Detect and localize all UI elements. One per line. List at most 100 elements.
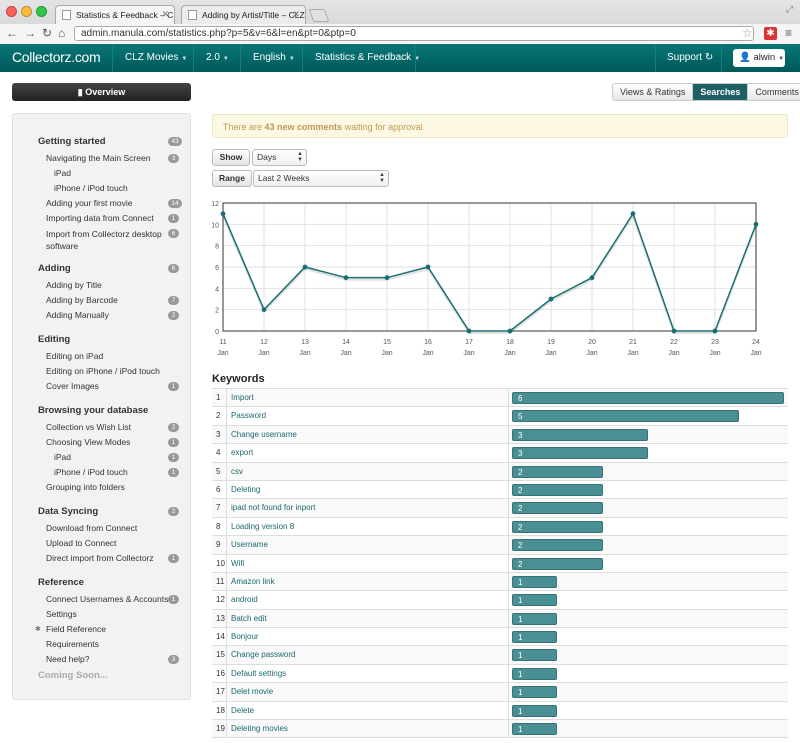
user-menu-button[interactable]: 👤 alwin ▼ <box>733 49 785 67</box>
nav-support-link[interactable]: Support ↻ <box>667 52 713 63</box>
keyword-link[interactable]: Change username <box>231 430 297 439</box>
tab-searches[interactable]: Searches <box>693 84 749 100</box>
keyword-link[interactable]: Import <box>231 393 254 402</box>
count-badge: 6 <box>168 229 179 238</box>
keyword-link[interactable]: ipad not found for inport <box>231 503 316 512</box>
sidebar-section-title[interactable]: Reference <box>38 577 84 588</box>
sidebar-item[interactable]: Adding by Barcode <box>46 295 118 305</box>
sidebar-item[interactable]: Adding Manually <box>46 310 109 320</box>
keyword-link[interactable]: Default settings <box>231 669 286 678</box>
sidebar-item[interactable]: Editing on iPad <box>46 351 103 361</box>
keyword-count-bar: 2 <box>512 465 603 478</box>
sidebar-item[interactable]: Choosing View Modes <box>46 437 130 447</box>
keyword-link[interactable]: Batch edit <box>231 614 267 623</box>
keyword-link[interactable]: Delete <box>231 706 254 715</box>
sidebar-section-title[interactable]: Data Syncing <box>38 506 98 517</box>
sidebar-item[interactable]: Download from Connect <box>46 523 137 533</box>
sidebar-item[interactable]: Adding your first movie <box>46 198 132 208</box>
sidebar-item[interactable]: iPad <box>54 168 71 178</box>
keyword-link[interactable]: Deleting movies <box>231 724 288 733</box>
sidebar-item[interactable]: iPad <box>54 452 71 462</box>
keyword-link[interactable]: Bonjour <box>231 632 259 641</box>
new-tab-button[interactable] <box>308 9 330 22</box>
keyword-link[interactable]: Password <box>231 411 266 420</box>
keyword-link[interactable]: Username <box>231 540 268 549</box>
sidebar-item[interactable]: Editing on iPhone / iPod touch <box>46 366 160 376</box>
sidebar-item[interactable]: Navigating the Main Screen <box>46 153 150 163</box>
sidebar-item[interactable]: Cover Images <box>46 381 99 391</box>
chevron-down-icon: ▼ <box>181 56 188 62</box>
sidebar-item[interactable]: Settings <box>46 609 77 619</box>
home-icon[interactable]: ⌂ <box>58 26 65 40</box>
sidebar-item[interactable]: Need help? <box>46 654 89 664</box>
sidebar-item[interactable]: Import from Collectorz desktop software <box>46 228 164 252</box>
keyword-count-bar: 1 <box>512 575 557 588</box>
overview-button[interactable]: ▮ Overview <box>12 83 191 101</box>
browser-tab-adding[interactable]: Adding by Artist/Title – CLZ ✕ <box>181 5 306 24</box>
keyword-link[interactable]: Deleting <box>231 485 260 494</box>
sidebar-item[interactable]: iPhone / iPod touch <box>54 467 128 477</box>
wrench-icon[interactable]: ≡ <box>785 26 792 40</box>
keyword-link[interactable]: export <box>231 448 253 457</box>
close-window-button[interactable] <box>6 6 17 17</box>
range-select[interactable]: Last 2 Weeks ▲ ▼ <box>253 170 389 187</box>
browser-tab-statistics[interactable]: Statistics & Feedback – CLZ ✕ <box>55 5 175 24</box>
table-row: 2 Password 5 <box>212 407 788 426</box>
close-tab-icon[interactable]: ✕ <box>161 9 169 20</box>
address-bar[interactable]: admin.manula.com/statistics.php?p=5&v=6&… <box>74 26 754 41</box>
keyword-link[interactable]: Delet movie <box>231 687 273 696</box>
table-row: 19 Deleting movies 1 <box>212 720 788 739</box>
fullscreen-icon[interactable]: ⤢ <box>786 4 793 15</box>
keyword-link[interactable]: android <box>231 595 258 604</box>
keyword-link[interactable]: Wifi <box>231 559 244 568</box>
sidebar-item[interactable]: Adding by Title <box>46 280 102 290</box>
show-select[interactable]: Days ▲ ▼ <box>252 149 307 166</box>
keyword-rank: 6 <box>216 484 221 494</box>
count-badge: 2 <box>168 507 179 516</box>
back-icon[interactable]: ← <box>6 26 18 40</box>
nav-product-dropdown[interactable]: CLZ Movies ▼ <box>125 52 187 63</box>
keyword-count-bar: 2 <box>512 520 603 533</box>
reload-icon[interactable]: ↻ <box>42 26 52 40</box>
sidebar-item[interactable]: Importing data from Connect <box>46 213 154 223</box>
x-tick-month-label: Jan <box>299 350 310 357</box>
keyword-link[interactable]: Loading version 8 <box>231 522 294 531</box>
sidebar-section-title[interactable]: Editing <box>38 334 70 345</box>
sidebar-section-title[interactable]: Getting started <box>38 136 106 147</box>
sidebar-item[interactable]: Field Reference <box>46 624 106 634</box>
nav-product-label: CLZ Movies <box>125 52 179 63</box>
sidebar-item[interactable]: iPhone / iPod touch <box>54 183 128 193</box>
keyword-count-bar: 2 <box>512 502 603 515</box>
tab-comments[interactable]: Comments <box>748 84 800 100</box>
sidebar-item[interactable]: Direct import from Collectorz <box>46 553 154 563</box>
minimize-window-button[interactable] <box>21 6 32 17</box>
brand-logo[interactable]: Collectorz.com <box>12 49 101 65</box>
extension-icon[interactable]: ✱ <box>764 27 777 40</box>
maximize-window-button[interactable] <box>36 6 47 17</box>
sidebar-item[interactable]: Connect Usernames & Accounts <box>46 594 168 604</box>
alert-text: waiting for approval. <box>342 122 426 132</box>
nav-language-dropdown[interactable]: English ▼ <box>253 52 295 63</box>
sidebar-item[interactable]: Requirements <box>46 639 99 649</box>
x-tick-month-label: Jan <box>627 350 638 357</box>
nav-statistics-dropdown[interactable]: Statistics & Feedback ▼ <box>315 52 420 63</box>
close-tab-icon[interactable]: ✕ <box>292 9 300 20</box>
nav-version-dropdown[interactable]: 2.0 ▼ <box>206 52 229 63</box>
forward-icon[interactable]: → <box>24 26 36 40</box>
keyword-link[interactable]: Change password <box>231 650 295 659</box>
keyword-count-bar: 1 <box>512 631 557 644</box>
keyword-link[interactable]: Amazon link <box>231 577 275 586</box>
sidebar-item[interactable]: Upload to Connect <box>46 538 116 548</box>
browser-toolbar: ← → ↻ ⌂ admin.manula.com/statistics.php?… <box>0 24 800 43</box>
app-navbar: Collectorz.com CLZ Movies ▼ 2.0 ▼ English ▼… <box>0 44 800 72</box>
tab-views-ratings[interactable]: Views & Ratings <box>613 84 694 100</box>
star-icon[interactable]: ☆ <box>742 26 753 40</box>
range-value: Last 2 Weeks <box>258 173 310 183</box>
sidebar-item[interactable]: Collection vs Wish List <box>46 422 131 432</box>
keyword-link[interactable]: csv <box>231 467 243 476</box>
sidebar-section-title[interactable]: Browsing your database <box>38 405 148 416</box>
count-badge: 2 <box>168 423 179 432</box>
alert-comment-count[interactable]: 43 new comments <box>265 122 343 132</box>
sidebar-item[interactable]: Grouping into folders <box>46 482 125 492</box>
sidebar-section-title[interactable]: Adding <box>38 263 71 274</box>
